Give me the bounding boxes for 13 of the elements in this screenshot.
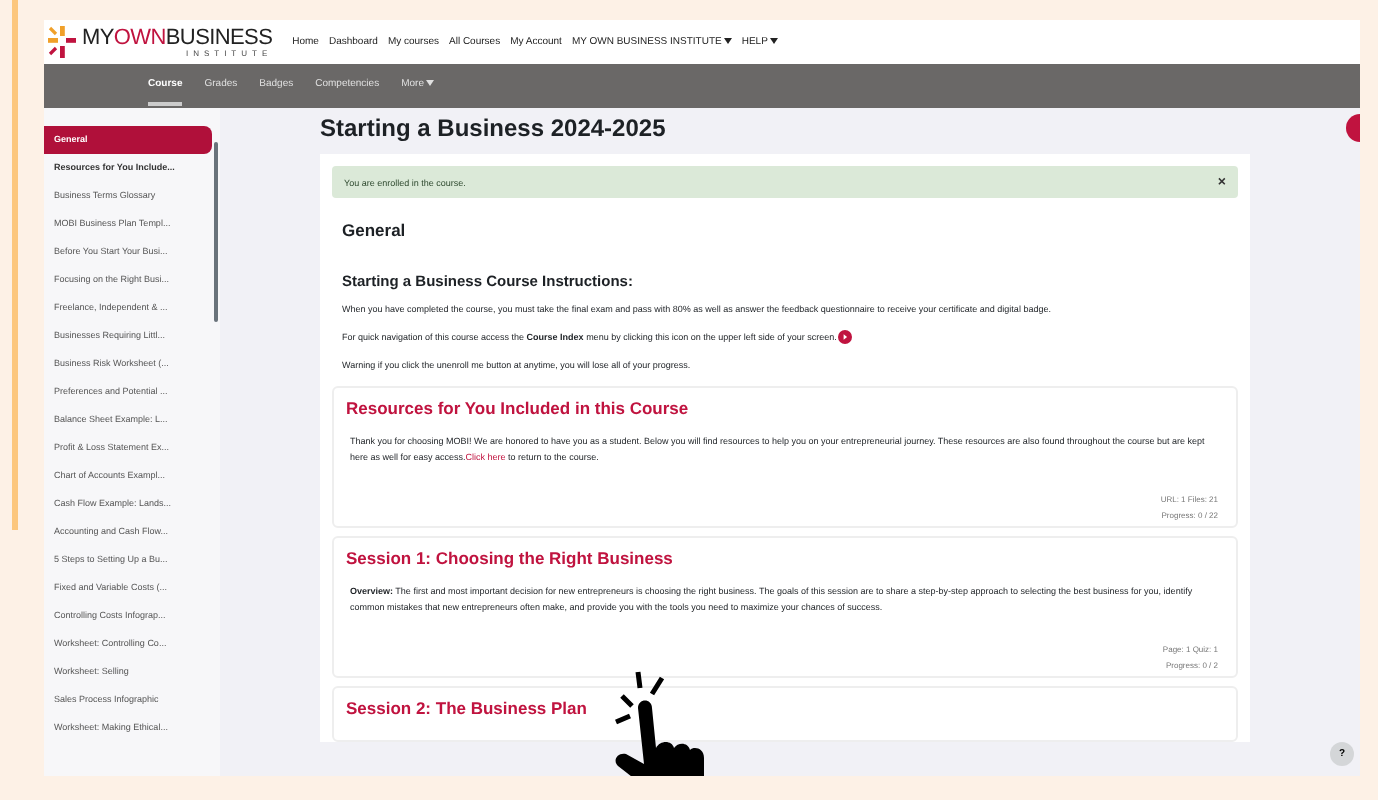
logo-icon (48, 26, 76, 58)
section-title[interactable]: Resources for You Included in this Course (346, 398, 1224, 418)
section-heading: General (342, 220, 408, 240)
caret-icon (425, 80, 434, 87)
scrollbar[interactable] (214, 142, 218, 322)
section-title[interactable]: Session 1: Choosing the Right Business (346, 548, 1224, 568)
caret-icon (769, 38, 778, 45)
section-title[interactable]: Session 2: The Business Plan (346, 698, 1224, 718)
hand-pointer-icon (610, 668, 710, 776)
course-index-icon (838, 330, 853, 344)
caret-icon (723, 38, 732, 45)
page-title: Starting a Business 2024-2025 (320, 114, 666, 142)
logo-wordmark: MYOWNBUSINESS (82, 27, 273, 49)
